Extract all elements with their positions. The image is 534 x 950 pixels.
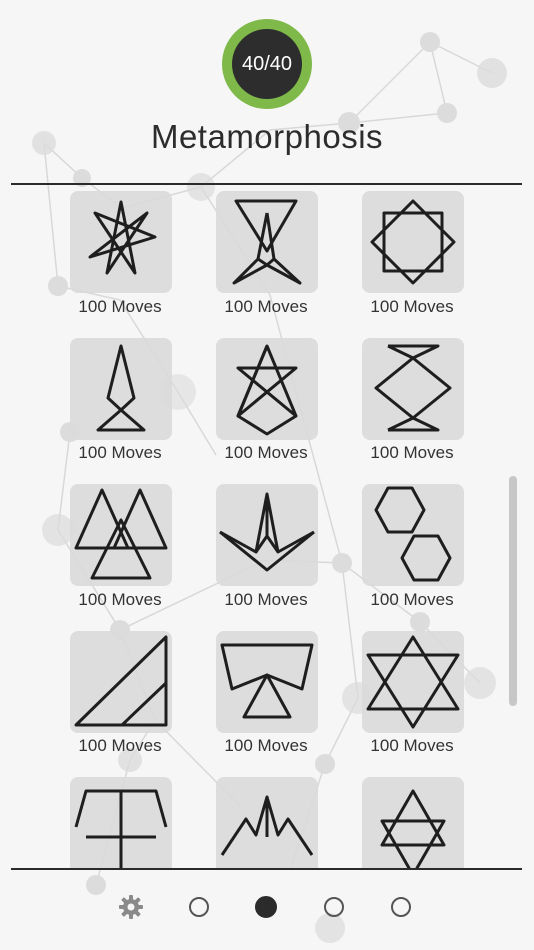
crown-arrow-icon bbox=[220, 795, 314, 856]
level-tile[interactable] bbox=[70, 777, 172, 868]
level-tile[interactable] bbox=[216, 484, 318, 586]
page-dot-3[interactable] bbox=[324, 897, 344, 917]
level-tile[interactable] bbox=[362, 484, 464, 586]
level-grid[interactable]: 100 Moves 100 Moves 100 Moves 100 Moves … bbox=[0, 185, 534, 868]
page-dot-2-active[interactable] bbox=[255, 896, 277, 918]
level-tile[interactable] bbox=[362, 777, 464, 868]
level-moves-label: 100 Moves bbox=[370, 297, 454, 316]
trident-icon bbox=[74, 789, 168, 868]
level-tile[interactable] bbox=[216, 777, 318, 868]
unicursal-hexagram-icon bbox=[236, 344, 298, 436]
page-dot-1[interactable] bbox=[189, 897, 209, 917]
pack-title: Metamorphosis bbox=[150, 118, 384, 155]
level-moves-label: 100 Moves bbox=[78, 590, 162, 609]
level-tile[interactable] bbox=[216, 338, 318, 440]
level-tile[interactable] bbox=[216, 631, 318, 733]
eight-point-star-icon bbox=[370, 199, 456, 285]
kite-figure-icon bbox=[96, 344, 146, 432]
level-moves-label: 100 Moves bbox=[78, 736, 162, 755]
scrollbar[interactable] bbox=[509, 476, 517, 706]
level-tile[interactable] bbox=[70, 631, 172, 733]
two-hexagons-icon bbox=[374, 486, 452, 582]
level-moves-label: 100 Moves bbox=[224, 736, 308, 755]
footer-divider bbox=[11, 868, 522, 870]
level-tile[interactable] bbox=[70, 338, 172, 440]
level-moves-label: 100 Moves bbox=[78, 443, 162, 462]
bowtie-icon bbox=[220, 643, 314, 719]
level-moves-label: 100 Moves bbox=[224, 590, 308, 609]
seven-point-star-icon bbox=[88, 200, 157, 275]
progress-badge: 40/40 bbox=[222, 19, 312, 109]
level-moves-label: 100 Moves bbox=[224, 443, 308, 462]
level-moves-label: 100 Moves bbox=[224, 297, 308, 316]
progress-count: 40/40 bbox=[232, 29, 302, 99]
gear-icon[interactable] bbox=[118, 894, 144, 920]
level-tile[interactable] bbox=[70, 484, 172, 586]
level-moves-label: 100 Moves bbox=[78, 297, 162, 316]
diamond-hourglass-icon bbox=[374, 344, 452, 432]
hexagram-icon bbox=[380, 789, 446, 868]
level-tile[interactable] bbox=[362, 338, 464, 440]
hourglass-triangles-icon bbox=[232, 199, 302, 285]
level-tile[interactable] bbox=[216, 191, 318, 293]
level-tile[interactable] bbox=[362, 631, 464, 733]
level-moves-label: 100 Moves bbox=[370, 736, 454, 755]
three-triangles-icon bbox=[74, 488, 168, 580]
level-moves-label: 100 Moves bbox=[370, 443, 454, 462]
level-tile[interactable] bbox=[362, 191, 464, 293]
folded-pyramid-icon bbox=[219, 492, 315, 572]
level-tile[interactable] bbox=[70, 191, 172, 293]
right-triangles-icon bbox=[74, 635, 168, 727]
star-of-lakshmi-icon bbox=[366, 635, 460, 729]
page-dot-4[interactable] bbox=[391, 897, 411, 917]
level-moves-label: 100 Moves bbox=[370, 590, 454, 609]
